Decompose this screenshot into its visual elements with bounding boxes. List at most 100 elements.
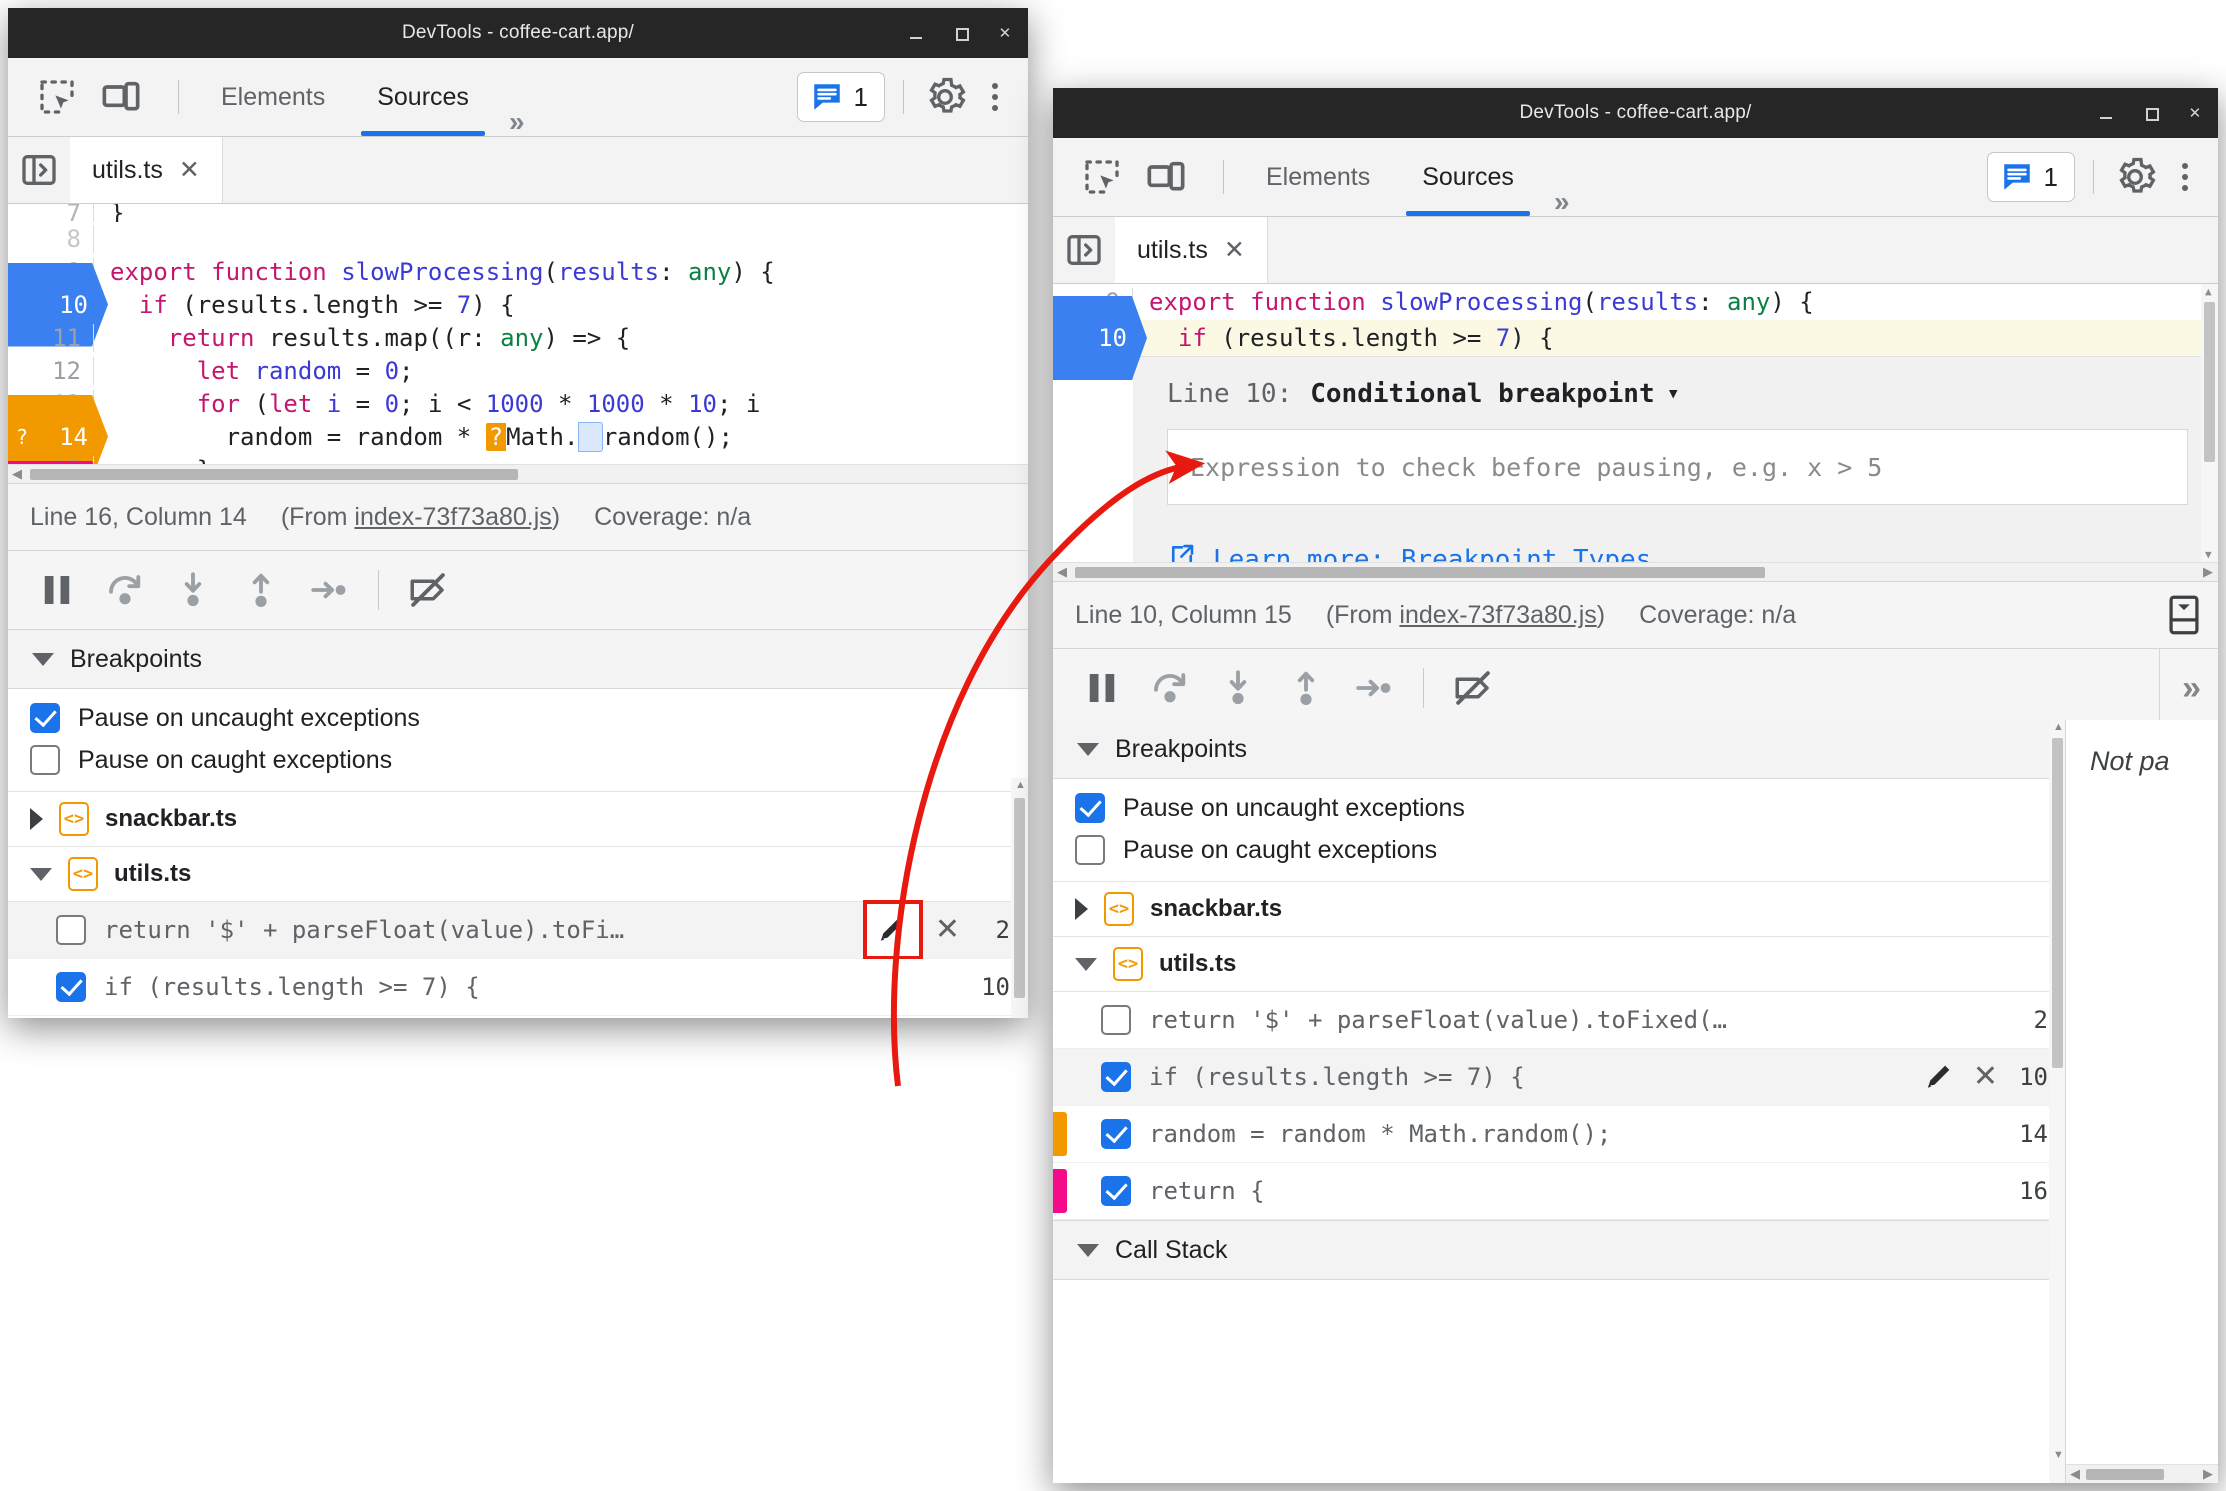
back-code-editor[interactable]: 7 } 8 9 export function slowProcessing(r… <box>8 204 1028 464</box>
source-origin-link[interactable]: index-73f73a80.js <box>354 503 551 531</box>
breakpoint-enabled-checkbox[interactable] <box>1101 1176 1131 1206</box>
tab-sources[interactable]: Sources <box>1396 138 1540 216</box>
breakpoint-list-item[interactable]: random = random * Math.random(); 14 <box>8 1016 1028 1018</box>
more-tabs-icon[interactable]: » <box>495 108 535 136</box>
minimize-button[interactable] <box>2098 104 2116 122</box>
back-editor-horizontal-scrollbar[interactable]: ◀ <box>8 464 1028 483</box>
pause-on-caught-exceptions-checkbox[interactable] <box>30 745 60 775</box>
file-tab-utils-ts[interactable]: utils.ts ✕ <box>70 137 223 203</box>
devtools-window-front[interactable]: DevTools - coffee-cart.app/ ✕ Elements S… <box>1053 88 2218 1483</box>
chevron-right-icon[interactable] <box>1075 898 1088 920</box>
step-out-of-current-function-icon[interactable] <box>230 559 292 621</box>
edit-breakpoint-button[interactable] <box>1923 1060 1957 1094</box>
scroll-thumb[interactable] <box>1075 567 1765 578</box>
gear-icon[interactable] <box>2112 154 2158 200</box>
more-debug-options-icon[interactable]: » <box>2159 649 2218 727</box>
pause-on-uncaught-exceptions-checkbox[interactable] <box>1075 793 1105 823</box>
scroll-down-arrow[interactable]: ▼ <box>2053 1450 2064 1461</box>
front-code-editor[interactable]: 9 export function slowProcessing(results… <box>1053 284 2218 562</box>
scroll-left-arrow[interactable]: ◀ <box>2070 1467 2080 1480</box>
scroll-thumb[interactable] <box>1014 798 1025 998</box>
breakpoint-list-item[interactable]: return { 16 <box>1053 1163 2066 1220</box>
step-into-next-function-call-icon[interactable] <box>1207 657 1269 719</box>
breakpoint-enabled-checkbox[interactable] <box>56 972 86 1002</box>
breakpoint-list-item[interactable]: random = random * Math.random(); 14 <box>1053 1106 2066 1163</box>
gear-icon[interactable] <box>922 74 968 120</box>
more-options-icon[interactable] <box>978 77 1012 117</box>
tab-elements[interactable]: Elements <box>1240 138 1396 216</box>
step-icon[interactable] <box>298 559 360 621</box>
devtools-window-back[interactable]: DevTools - coffee-cart.app/ ✕ Elements S… <box>8 8 1028 1018</box>
show-navigator-icon[interactable] <box>1053 230 1115 270</box>
source-origin-link[interactable]: index-73f73a80.js <box>1399 601 1596 629</box>
pause-on-uncaught-exceptions-checkbox[interactable] <box>30 703 60 733</box>
breakpoint-marker-line-10[interactable]: 10 <box>1053 296 1147 380</box>
chevron-down-icon[interactable] <box>30 867 52 881</box>
pause-on-uncaught-exceptions-row[interactable]: Pause on uncaught exceptions <box>8 697 1028 739</box>
pause-on-caught-exceptions-checkbox[interactable] <box>1075 835 1105 865</box>
breakpoint-enabled-checkbox[interactable] <box>1101 1005 1131 1035</box>
step-over-next-function-call-icon[interactable] <box>1139 657 1201 719</box>
remove-breakpoint-icon[interactable]: ✕ <box>935 915 960 945</box>
resume-script-execution-icon[interactable] <box>26 559 88 621</box>
maximize-button[interactable] <box>2142 104 2160 122</box>
close-icon[interactable]: ✕ <box>179 155 200 185</box>
deactivate-breakpoints-icon[interactable] <box>1442 657 1504 719</box>
breakpoint-group-snackbar-ts[interactable]: <> snackbar.ts <box>8 792 1028 847</box>
step-over-next-function-call-icon[interactable] <box>94 559 156 621</box>
close-icon[interactable]: ✕ <box>1224 235 1245 265</box>
pause-on-uncaught-exceptions-row[interactable]: Pause on uncaught exceptions <box>1053 787 2066 829</box>
breakpoint-list-item[interactable]: return '$' + parseFloat(value).toFi… ✕ 2 <box>8 900 1028 960</box>
minimize-button[interactable] <box>908 24 926 42</box>
more-options-icon[interactable] <box>2168 157 2202 197</box>
back-breakpoints-pane-header[interactable]: Breakpoints <box>8 630 1028 689</box>
scroll-right-arrow[interactable]: ▶ <box>2203 1467 2213 1480</box>
front-callstack-pane-header[interactable]: Call Stack <box>1053 1220 2066 1280</box>
scroll-right-arrow[interactable]: ▶ <box>2203 565 2213 578</box>
show-console-drawer-icon[interactable] <box>2164 594 2218 636</box>
scroll-left-arrow[interactable]: ◀ <box>1057 565 1067 578</box>
back-panel-vertical-scrollbar[interactable]: ▲ <box>1011 778 1028 1018</box>
tab-elements[interactable]: Elements <box>195 58 351 136</box>
front-editor-vertical-scrollbar[interactable]: ▲ ▼ <box>2201 284 2218 562</box>
inspect-element-icon[interactable] <box>1079 154 1125 200</box>
conditional-breakpoint-editor[interactable]: Line 10: Conditional breakpoint ▾ Expres… <box>1133 356 2218 562</box>
learn-more-link[interactable]: Learn more: Breakpoint Types <box>1213 545 1651 563</box>
breakpoint-enabled-checkbox[interactable] <box>1101 1062 1131 1092</box>
breakpoint-group-utils-ts[interactable]: <> utils.ts <box>8 847 1028 902</box>
more-tabs-icon[interactable]: » <box>1540 188 1580 216</box>
show-navigator-icon[interactable] <box>8 150 70 190</box>
scroll-left-arrow[interactable]: ◀ <box>12 467 22 480</box>
file-tab-utils-ts[interactable]: utils.ts ✕ <box>1115 217 1268 283</box>
chevron-right-icon[interactable] <box>30 808 43 830</box>
step-out-of-current-function-icon[interactable] <box>1275 657 1337 719</box>
scroll-down-arrow[interactable]: ▼ <box>2205 549 2212 560</box>
front-editor-horizontal-scrollbar[interactable]: ◀ ▶ <box>1053 562 2218 581</box>
inspect-element-icon[interactable] <box>34 74 80 120</box>
breakpoint-group-utils-ts[interactable]: <> utils.ts <box>1053 937 2066 992</box>
deactivate-breakpoints-icon[interactable] <box>397 559 459 621</box>
issues-button[interactable]: 1 <box>796 72 885 122</box>
resume-script-execution-icon[interactable] <box>1071 657 1133 719</box>
scroll-thumb[interactable] <box>30 469 518 480</box>
device-toolbar-icon[interactable] <box>1143 154 1189 200</box>
pause-on-caught-exceptions-row[interactable]: Pause on caught exceptions <box>8 739 1028 781</box>
close-button[interactable]: ✕ <box>2186 104 2204 122</box>
breakpoint-group-snackbar-ts[interactable]: <> snackbar.ts <box>1053 882 2066 937</box>
tab-sources[interactable]: Sources <box>351 58 495 136</box>
close-button[interactable]: ✕ <box>996 24 1014 42</box>
scroll-up-arrow[interactable]: ▲ <box>2053 722 2064 733</box>
scroll-thumb[interactable] <box>2086 1469 2164 1480</box>
step-into-next-function-call-icon[interactable] <box>162 559 224 621</box>
condition-expression-input[interactable]: Expression to check before pausing, e.g.… <box>1167 429 2188 505</box>
line-number-gutter[interactable]: 10 <box>1053 296 1147 380</box>
front-breakpoints-pane-header[interactable]: Breakpoints <box>1053 720 2066 779</box>
breakpoint-enabled-checkbox[interactable] <box>1101 1119 1131 1149</box>
inline-logpoint-badge[interactable]: . <box>578 421 603 452</box>
chevron-down-icon[interactable] <box>1075 957 1097 971</box>
scroll-up-arrow[interactable]: ▲ <box>2205 286 2212 297</box>
front-sidebar-vertical-scrollbar[interactable]: ▲ ▼ <box>2049 720 2066 1483</box>
edit-breakpoint-button[interactable] <box>862 900 923 960</box>
breakpoint-list-item[interactable]: if (results.length >= 7) { ✕ 10 <box>1053 1049 2066 1106</box>
pause-on-caught-exceptions-row[interactable]: Pause on caught exceptions <box>1053 829 2066 871</box>
